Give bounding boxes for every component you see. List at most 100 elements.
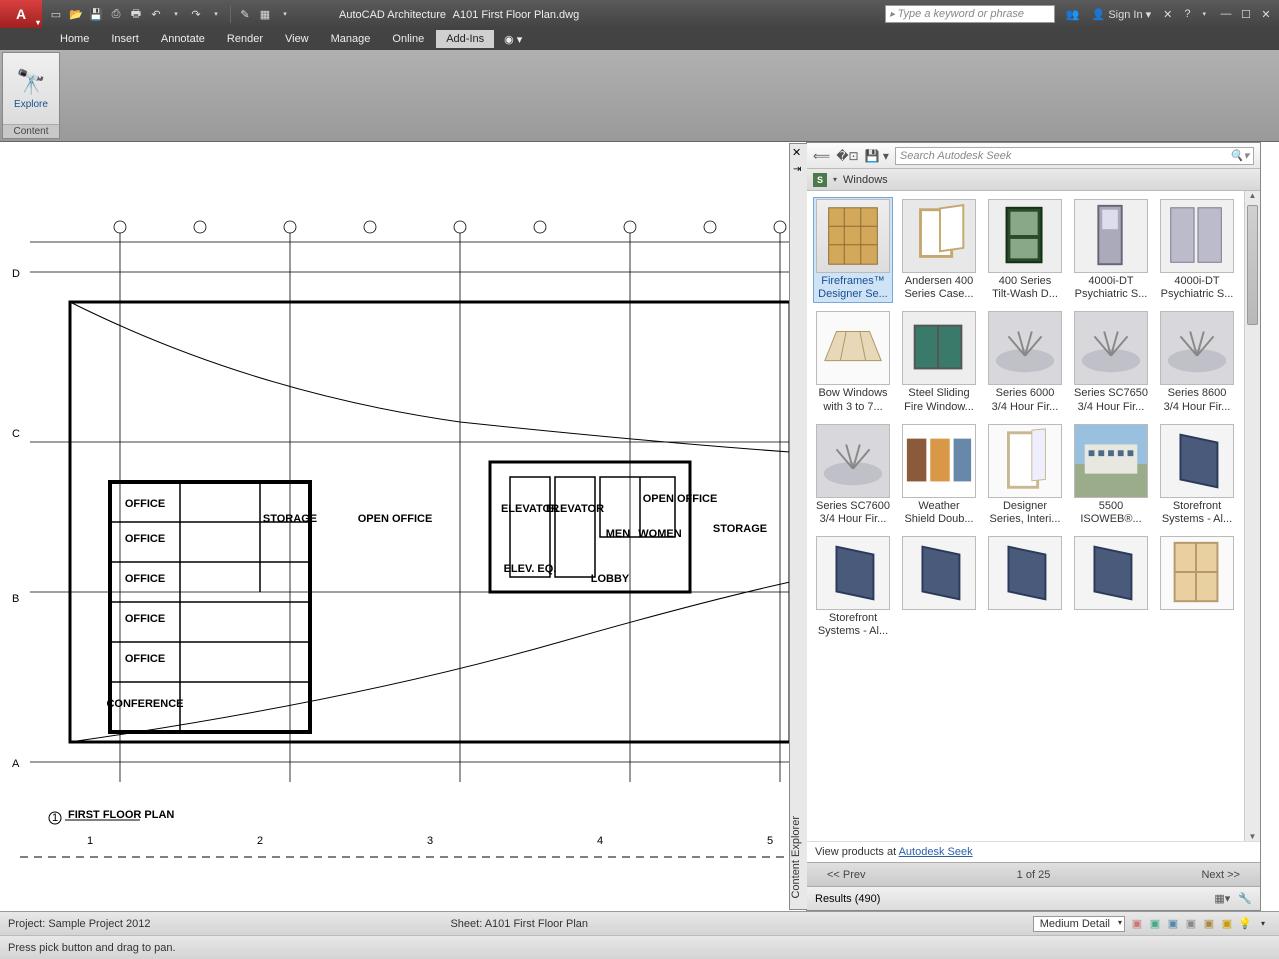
- scroll-thumb[interactable]: [1247, 205, 1258, 325]
- titlebar: A ▭ 📂 💾 ⎙ 🖶 ↶ ▾ ↷ ▾ ✎ ▦ ▾ AutoCAD Archit…: [0, 0, 1279, 28]
- grid-item[interactable]: 400 SeriesTilt-Wash D...: [985, 197, 1065, 303]
- grid-item[interactable]: [1071, 534, 1151, 640]
- panel-pin-icon[interactable]: ⇥: [793, 164, 801, 175]
- signin-button[interactable]: 👤 Sign In ▾: [1089, 8, 1155, 21]
- scroll-up-icon[interactable]: ▲: [1245, 191, 1260, 200]
- menu-view[interactable]: View: [275, 30, 319, 48]
- help-search-input[interactable]: ▸ Type a keyword or phrase: [885, 5, 1055, 23]
- grid-item[interactable]: 4000i-DTPsychiatric S...: [1071, 197, 1151, 303]
- grid-item[interactable]: [1157, 534, 1237, 640]
- grid-label: Andersen 400Series Case...: [899, 275, 979, 301]
- grid-item[interactable]: Fireframes™Designer Se...: [813, 197, 893, 303]
- menu-annotate[interactable]: Annotate: [151, 30, 215, 48]
- tray-icon-1[interactable]: ▣: [1129, 916, 1145, 932]
- svg-text:1: 1: [52, 812, 58, 824]
- grid-item[interactable]: StorefrontSystems - Al...: [813, 534, 893, 640]
- minimize-icon[interactable]: —: [1217, 8, 1235, 21]
- quick-access-toolbar: ▭ 📂 💾 ⎙ 🖶 ↶ ▾ ↷ ▾ ✎ ▦ ▾: [42, 5, 299, 23]
- svg-text:2: 2: [257, 835, 263, 847]
- new-icon[interactable]: ▭: [48, 6, 64, 22]
- help-icon[interactable]: ?: [1181, 8, 1193, 20]
- grid-label: Fireframes™Designer Se...: [813, 275, 893, 301]
- tray-icon-7[interactable]: 💡: [1237, 916, 1253, 932]
- seek-icon[interactable]: S: [813, 173, 827, 187]
- seek-search-input[interactable]: Search Autodesk Seek 🔍▾: [895, 147, 1254, 165]
- tray-drop-icon[interactable]: ▾: [1255, 916, 1271, 932]
- exchange-icon[interactable]: ✕: [1160, 8, 1175, 21]
- tray-icon-5[interactable]: ▣: [1201, 916, 1217, 932]
- redo-icon[interactable]: ↷: [188, 6, 204, 22]
- explore-button[interactable]: 🔭 Explore: [3, 53, 59, 124]
- save-search-icon[interactable]: 💾 ▾: [865, 149, 889, 163]
- help-drop-icon[interactable]: ▾: [1199, 10, 1209, 18]
- grid-item[interactable]: StorefrontSystems - Al...: [1157, 422, 1237, 528]
- match-icon[interactable]: ✎: [237, 6, 253, 22]
- svg-text:OPEN OFFICE: OPEN OFFICE: [643, 493, 718, 505]
- scroll-down-icon[interactable]: ▼: [1245, 832, 1260, 841]
- svg-text:OFFICE: OFFICE: [125, 613, 165, 625]
- grid-item[interactable]: Series SC76503/4 Hour Fir...: [1071, 309, 1151, 415]
- menu-insert[interactable]: Insert: [101, 30, 149, 48]
- tray-icon-6[interactable]: ▣: [1219, 916, 1235, 932]
- menu-add-ins[interactable]: Add-Ins: [436, 30, 494, 48]
- print-icon[interactable]: 🖶: [128, 6, 144, 22]
- results-count: Results (490): [815, 893, 880, 905]
- panel-title: Content Explorer: [790, 816, 808, 899]
- autodesk-seek-link[interactable]: Autodesk Seek: [899, 846, 973, 858]
- open-icon[interactable]: 📂: [68, 6, 84, 22]
- grid-item[interactable]: Series SC76003/4 Hour Fir...: [813, 422, 893, 528]
- grid-item[interactable]: Bow Windowswith 3 to 7...: [813, 309, 893, 415]
- grid-item[interactable]: Series 86003/4 Hour Fir...: [1157, 309, 1237, 415]
- thumbnail: [902, 199, 976, 273]
- grid-item[interactable]: Andersen 400Series Case...: [899, 197, 979, 303]
- prev-button[interactable]: << Prev: [827, 869, 866, 881]
- thumbnail: [1160, 311, 1234, 385]
- settings-icon[interactable]: 🔧: [1238, 892, 1252, 905]
- thumbnail: [988, 424, 1062, 498]
- infocenter-icon[interactable]: 👥: [1063, 8, 1083, 21]
- menu-plugin-icon[interactable]: ◉ ▾: [496, 30, 530, 49]
- menu-online[interactable]: Online: [382, 30, 434, 48]
- maximize-icon[interactable]: ☐: [1237, 8, 1255, 21]
- status-tray: ▣ ▣ ▣ ▣ ▣ ▣ 💡 ▾: [1129, 916, 1271, 932]
- breadcrumb-drop-icon[interactable]: ▾: [833, 175, 837, 184]
- panel-link-bar: View products at Autodesk Seek: [807, 841, 1260, 862]
- menu-render[interactable]: Render: [217, 30, 273, 48]
- tray-icon-4[interactable]: ▣: [1183, 916, 1199, 932]
- home-icon[interactable]: �⊡: [836, 149, 858, 163]
- detail-level-combo[interactable]: Medium Detail: [1033, 916, 1125, 932]
- grid-item[interactable]: 4000i-DTPsychiatric S...: [1157, 197, 1237, 303]
- svg-text:A: A: [12, 758, 20, 770]
- view-mode-icon[interactable]: ▦▾: [1214, 892, 1230, 905]
- menu-home[interactable]: Home: [50, 30, 99, 48]
- tray-icon-2[interactable]: ▣: [1147, 916, 1163, 932]
- app-logo[interactable]: A: [0, 0, 42, 28]
- svg-text:OFFICE: OFFICE: [125, 498, 165, 510]
- redo-drop-icon[interactable]: ▾: [208, 6, 224, 22]
- svg-text:C: C: [12, 428, 20, 440]
- breadcrumb-text[interactable]: Windows: [843, 174, 888, 186]
- grid-item[interactable]: [899, 534, 979, 640]
- menu-manage[interactable]: Manage: [321, 30, 381, 48]
- layer-icon[interactable]: ▦: [257, 6, 273, 22]
- grid-item[interactable]: DesignerSeries, Interi...: [985, 422, 1065, 528]
- next-button[interactable]: Next >>: [1201, 869, 1240, 881]
- qat-drop-icon[interactable]: ▾: [277, 6, 293, 22]
- close-icon[interactable]: ✕: [1257, 8, 1275, 21]
- svg-text:WOMEN: WOMEN: [638, 528, 681, 540]
- grid-item[interactable]: WeatherShield Doub...: [899, 422, 979, 528]
- grid-item[interactable]: Steel SlidingFire Window...: [899, 309, 979, 415]
- grid-item[interactable]: 5500ISOWEB®...: [1071, 422, 1151, 528]
- grid-item[interactable]: Series 60003/4 Hour Fir...: [985, 309, 1065, 415]
- undo-icon[interactable]: ↶: [148, 6, 164, 22]
- grid-item[interactable]: [985, 534, 1065, 640]
- search-icon[interactable]: 🔍▾: [1230, 149, 1249, 162]
- panel-scrollbar[interactable]: ▲ ▼: [1244, 191, 1260, 841]
- save-icon[interactable]: 💾: [88, 6, 104, 22]
- back-icon[interactable]: ⟸: [813, 149, 830, 163]
- undo-drop-icon[interactable]: ▾: [168, 6, 184, 22]
- tray-icon-3[interactable]: ▣: [1165, 916, 1181, 932]
- saveas-icon[interactable]: ⎙: [108, 6, 124, 22]
- panel-close-icon[interactable]: ✕: [792, 146, 801, 159]
- grid-label: Series SC76003/4 Hour Fir...: [813, 500, 893, 526]
